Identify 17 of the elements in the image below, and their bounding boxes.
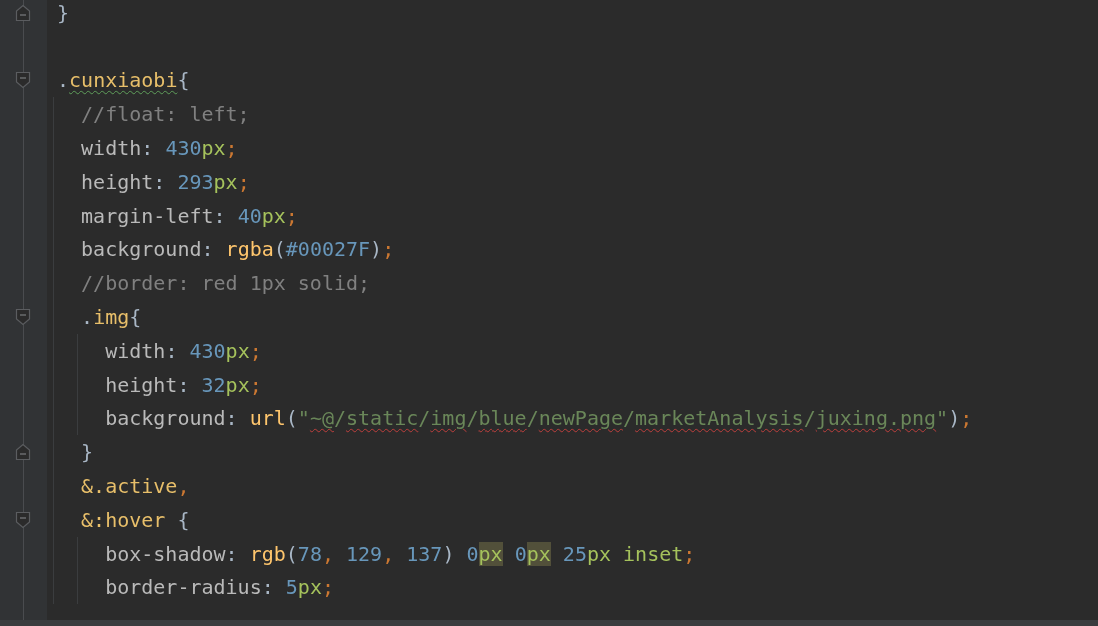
code-line: &:hover { bbox=[80, 507, 190, 532]
code-line: height: 32px; bbox=[104, 372, 262, 397]
code-line: //float: left; bbox=[80, 102, 250, 127]
code-line: } bbox=[57, 0, 70, 25]
code-line: box-shadow: rgb(78, 129, 137) 0px 0px 25px inset; bbox=[104, 541, 696, 566]
code-line: } bbox=[80, 440, 94, 465]
code-line: margin-left: 40px; bbox=[80, 203, 298, 228]
code-line: //border: red 1px solid; bbox=[80, 271, 371, 296]
code-line: &.active, bbox=[80, 474, 190, 499]
code-line: .img{ bbox=[80, 305, 142, 330]
code-line: width: 430px; bbox=[80, 136, 238, 161]
code-line: background: url("~@/static/img/blue/newPage/marketAnalysis/juxing.png"); bbox=[104, 406, 973, 431]
code-line: border-radius: 5px; bbox=[104, 575, 334, 600]
code-line: width: 430px; bbox=[104, 338, 262, 363]
code-line: background: rgba(#00027F); bbox=[80, 237, 395, 262]
code-line: height: 293px; bbox=[80, 169, 250, 194]
code-line: .cunxiaobi{ bbox=[57, 68, 190, 93]
